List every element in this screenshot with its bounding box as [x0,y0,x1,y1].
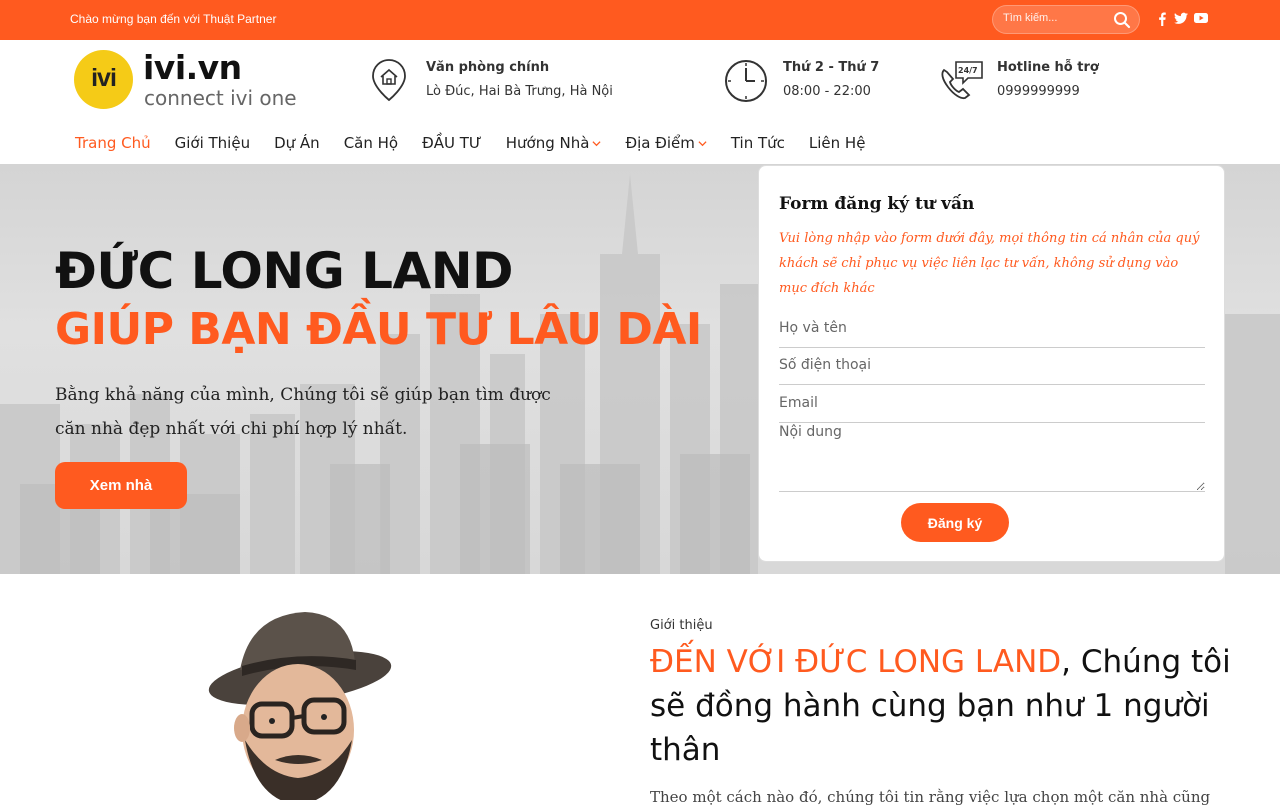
hotline-title: Hotline hỗ trợ [997,60,1099,75]
top-bar: Chào mừng bạn đến với Thuật Partner [0,0,1280,40]
hero-title: ĐỨC LONG LAND [55,242,514,300]
hotline-badge: 24/7 [958,66,978,75]
clock-icon [725,60,767,102]
about-heading-highlight: ĐẾN VỚI ĐỨC LONG LAND [650,644,1062,680]
phone-input[interactable] [779,357,1199,373]
nav-item-apartments[interactable]: Căn Hộ [344,132,398,154]
facebook-icon[interactable] [1157,12,1167,28]
register-button[interactable]: Đăng ký [901,503,1009,542]
location-home-icon [372,59,406,102]
form-note: Vui lòng nhập vào form dưới đây, mọi thô… [779,231,1200,296]
nav-item-locations-label: Địa Điểm [625,134,695,152]
hours-days: Thứ 2 - Thứ 7 [783,60,880,75]
nav-item-house-direction-label: Hướng Nhà [505,134,590,152]
phone-field[interactable] [779,347,1205,385]
about-text: Theo một cách nào đó, chúng tôi tin rằng… [650,788,1211,806]
form-title: Form đăng ký tư vấn [779,194,975,214]
search-icon[interactable] [1113,11,1131,29]
hero-description: Bằng khả năng của mình, Chúng tôi sẽ giú… [55,385,551,439]
chevron-down-icon [698,140,707,146]
office-address: Lò Đúc, Hai Bà Trưng, Hà Nội [426,84,613,99]
logo-name[interactable]: ivi.vn [143,48,242,87]
youtube-icon[interactable] [1194,12,1208,28]
email-input[interactable] [779,395,1199,411]
nav-item-contact[interactable]: Liên Hệ [809,132,866,154]
main-nav: Trang Chủ Giới Thiệu Dự Án Căn Hộ ĐẦU TƯ… [75,132,889,154]
nav-item-about[interactable]: Giới Thiệu [175,132,250,154]
about-person-photo [180,600,420,800]
email-field[interactable] [779,385,1205,423]
about-label: Giới thiệu [650,618,713,633]
name-field[interactable] [779,310,1205,348]
logo-mark-text: ivi [91,64,117,92]
logo-tagline: connect ivi one [144,86,297,110]
content-textarea[interactable] [779,424,1205,492]
hero-subtitle: GIÚP BẠN ĐẦU TƯ LÂU DÀI [55,304,702,355]
nav-item-house-direction[interactable]: Hướng Nhà [506,132,602,154]
phone-24-7-icon [941,61,983,100]
twitter-icon[interactable] [1174,12,1188,28]
office-title: Văn phòng chính [426,60,550,75]
nav-item-news[interactable]: Tin Tức [731,132,785,154]
nav-item-projects[interactable]: Dự Án [274,132,320,154]
nav-item-home[interactable]: Trang Chủ [75,132,151,154]
nav-item-invest[interactable]: ĐẦU TƯ [422,132,482,154]
welcome-text: Chào mừng bạn đến với Thuật Partner [70,12,277,26]
search-input[interactable] [1003,12,1103,24]
view-house-button[interactable]: Xem nhà [55,462,187,509]
site-header: ivi ivi.vn connect ivi one Văn phòng chí… [0,40,1280,164]
hotline-number[interactable]: 0999999999 [997,84,1080,99]
consultation-form: Form đăng ký tư vấn Vui lòng nhập vào fo… [758,165,1225,562]
nav-item-locations[interactable]: Địa Điểm [625,132,707,154]
search-box[interactable] [992,5,1140,34]
name-input[interactable] [779,320,1199,336]
chevron-down-icon [592,140,601,146]
logo-mark[interactable]: ivi [74,50,133,109]
about-heading: ĐẾN VỚI ĐỨC LONG LAND, Chúng tôi sẽ đồng… [650,640,1240,772]
hours-time: 08:00 - 22:00 [783,84,871,99]
